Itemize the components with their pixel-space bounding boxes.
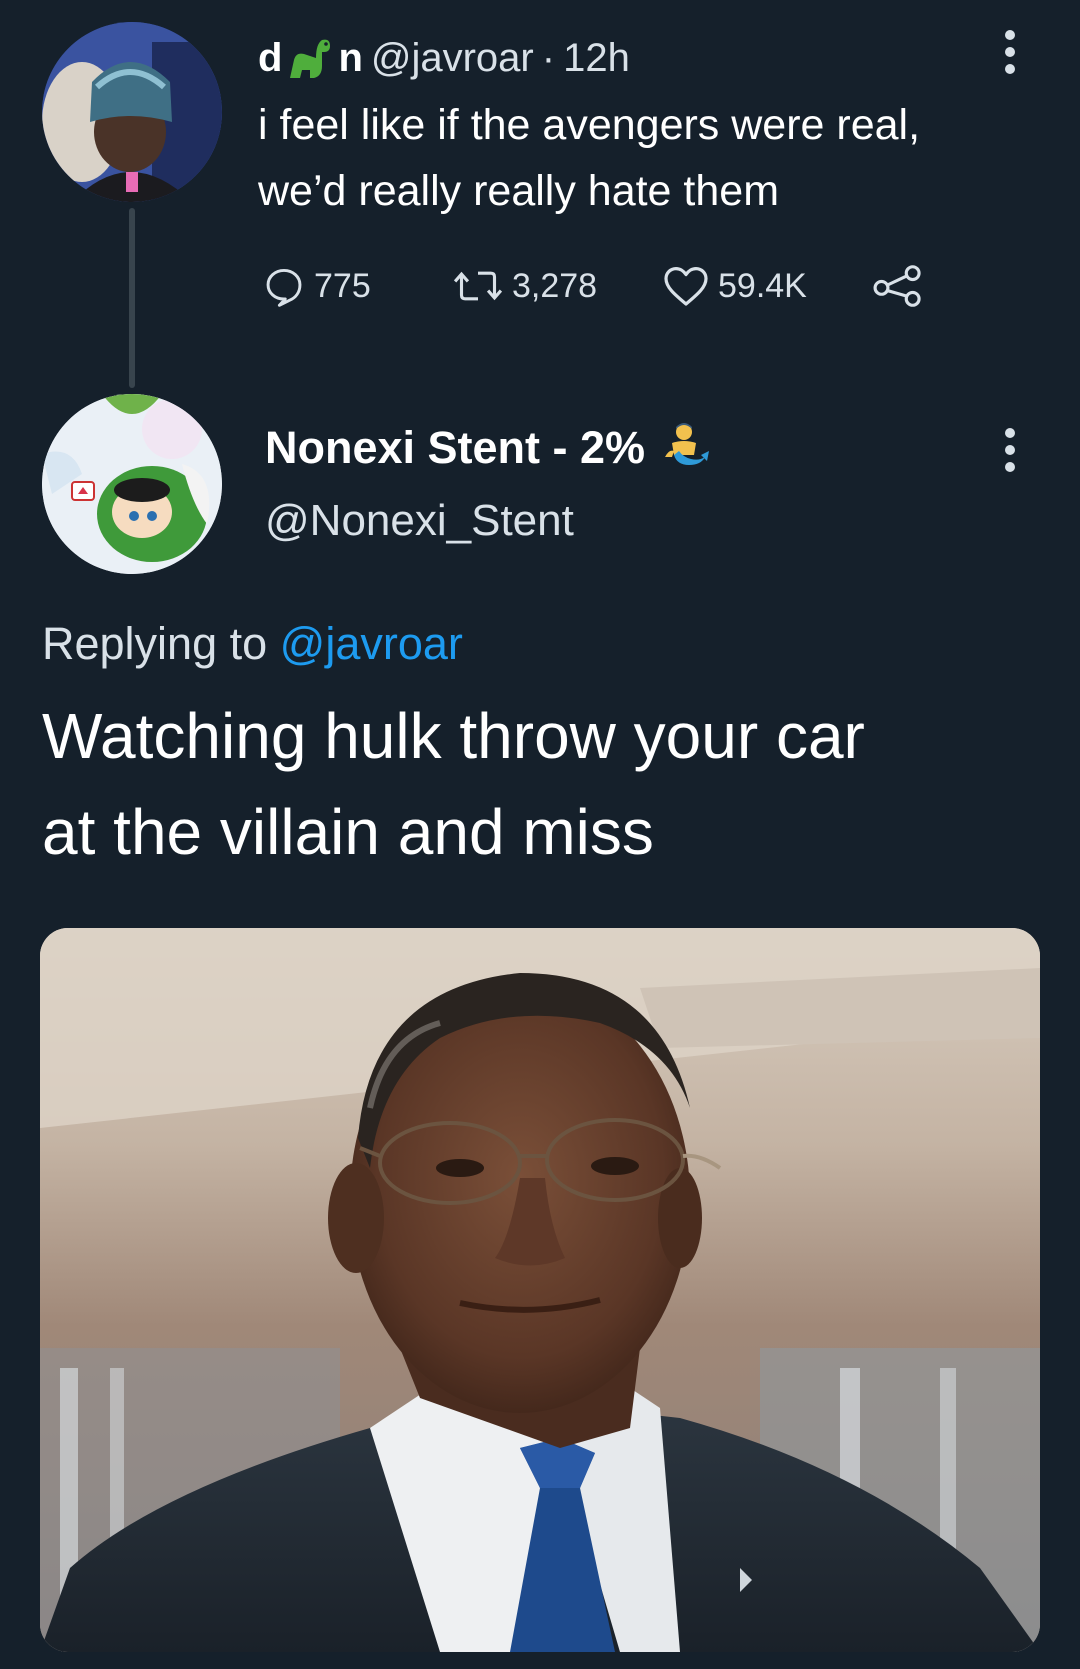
tweet2-handle[interactable]: @Nonexi_Stent bbox=[265, 496, 574, 546]
like-button[interactable]: 59.4K bbox=[662, 264, 872, 308]
tweet2-text-line: at the villain and miss bbox=[42, 796, 654, 868]
display-name-text: Nonexi Stent - 2% bbox=[265, 422, 646, 473]
tweet2-display-name[interactable]: Nonexi Stent - 2% bbox=[265, 418, 711, 478]
avatar-image bbox=[42, 22, 222, 202]
more-options-icon[interactable] bbox=[1002, 428, 1018, 476]
display-name-part: d bbox=[258, 35, 283, 80]
tweet2-media-image[interactable] bbox=[40, 928, 1040, 1652]
dinosaur-emoji-icon bbox=[290, 39, 331, 78]
tweet2-text: Watching hulk throw your car at the vill… bbox=[42, 688, 1042, 880]
tweet2-text-line: Watching hulk throw your car bbox=[42, 700, 865, 772]
tweet1-handle[interactable]: @javroar bbox=[371, 36, 534, 81]
replying-to-label: Replying to bbox=[42, 618, 268, 669]
avatar-javroar[interactable] bbox=[42, 22, 222, 202]
share-icon bbox=[873, 265, 921, 307]
retweet-count: 3,278 bbox=[512, 266, 598, 305]
more-options-icon[interactable] bbox=[1002, 30, 1018, 78]
avatar-image bbox=[42, 394, 222, 574]
share-button[interactable] bbox=[872, 264, 924, 308]
retweet-button[interactable]: 3,278 bbox=[452, 264, 662, 308]
like-count: 59.4K bbox=[718, 266, 807, 305]
retweet-icon bbox=[453, 271, 503, 301]
tweet1-header: d n @javroar · 12h bbox=[258, 30, 630, 86]
reply-icon bbox=[266, 268, 302, 307]
tweet1-text-line: i feel like if the avengers were real, bbox=[258, 101, 921, 149]
heart-icon bbox=[664, 267, 708, 306]
tweet1-timestamp[interactable]: 12h bbox=[563, 36, 630, 81]
tweet1-action-bar: 775 3,278 59.4K bbox=[262, 262, 924, 310]
tweet1-text: i feel like if the avengers were real, w… bbox=[258, 92, 1058, 224]
man-in-suit-photo bbox=[40, 928, 1040, 1652]
avatar-nonexi-stent[interactable] bbox=[42, 394, 222, 574]
merman-emoji-icon bbox=[665, 423, 710, 465]
reply-button[interactable]: 775 bbox=[262, 264, 452, 308]
separator-dot: · bbox=[541, 35, 556, 80]
tweet1-text-line: we’d really really hate them bbox=[258, 167, 780, 215]
replying-to-line: Replying to @javroar bbox=[42, 618, 463, 670]
thread-connector-line bbox=[129, 208, 135, 388]
replying-to-mention-link[interactable]: @javroar bbox=[280, 618, 463, 669]
reply-count: 775 bbox=[314, 266, 371, 305]
tweet1-display-name[interactable]: d n bbox=[258, 36, 363, 81]
display-name-part: n bbox=[338, 35, 363, 80]
